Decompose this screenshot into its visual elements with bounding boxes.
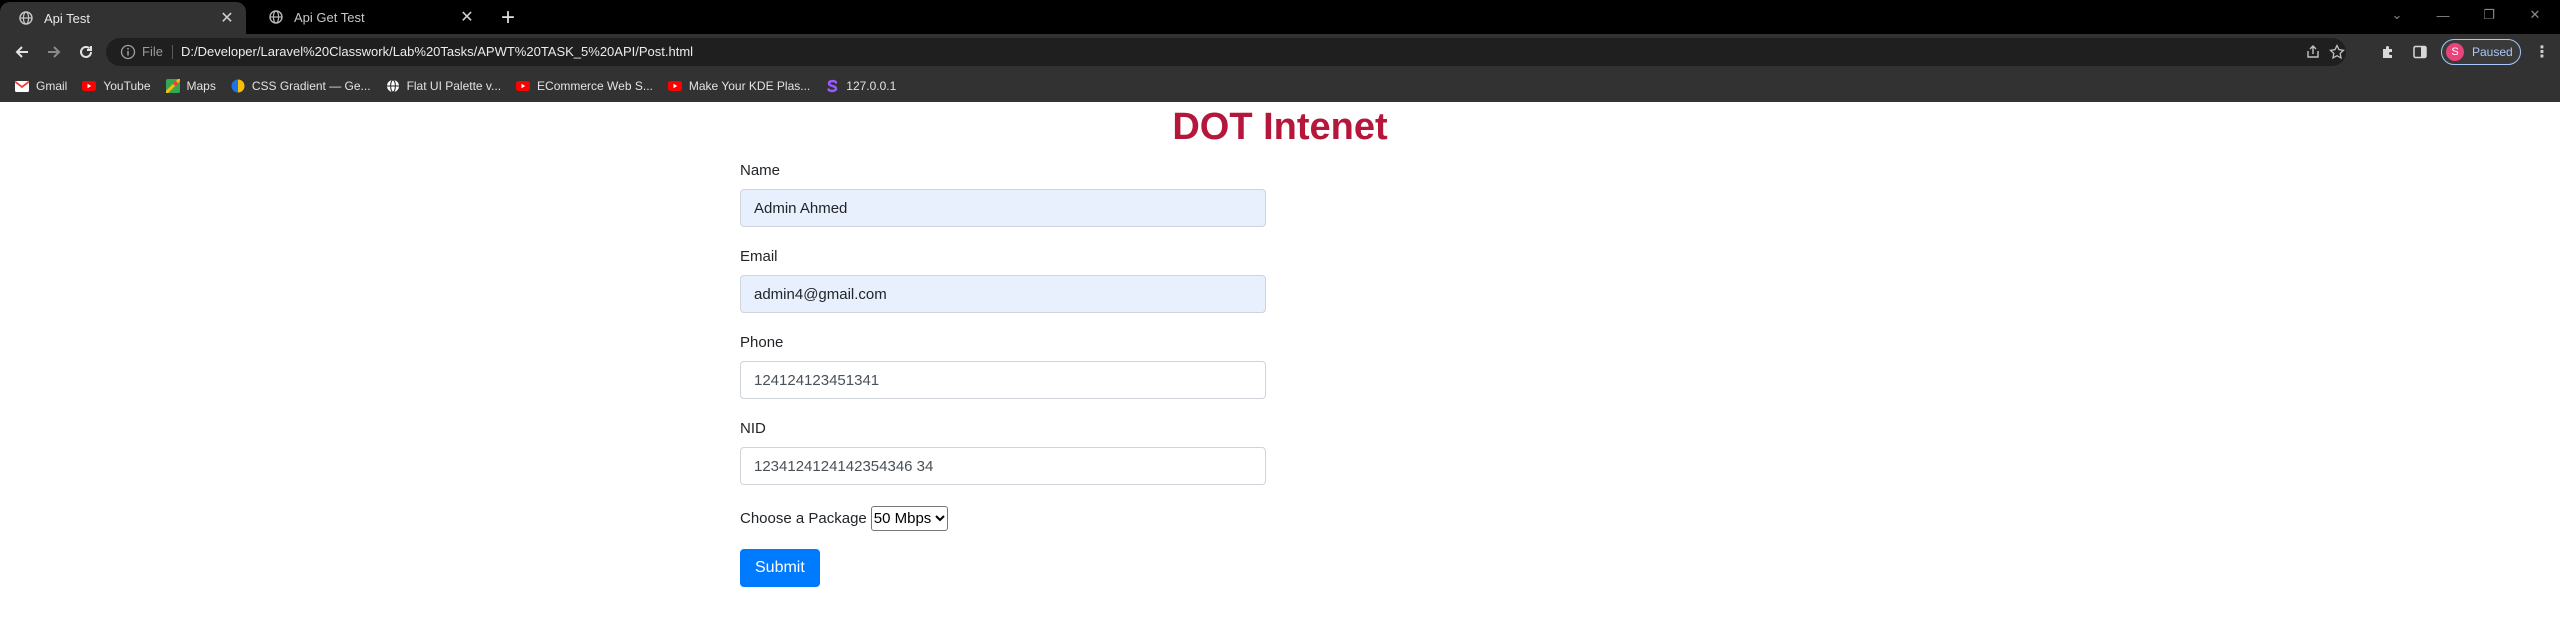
phone-label: Phone [740, 334, 784, 351]
nid-input[interactable] [740, 447, 1266, 485]
submit-button[interactable]: Submit [740, 549, 820, 587]
chevron-down-icon [935, 513, 946, 525]
registration-form: Name Email Phone NID Choose a Package 50… [740, 162, 1266, 587]
back-button[interactable] [8, 38, 36, 66]
package-label: Choose a Package [740, 510, 867, 527]
reload-button[interactable] [72, 38, 100, 66]
tab-title: Api Test [44, 10, 91, 26]
extensions-icon[interactable] [2378, 42, 2398, 62]
youtube-icon [667, 78, 683, 94]
back-arrow-icon [15, 46, 28, 58]
tab-api-test[interactable]: Api Test ✕ [0, 2, 246, 34]
package-row: Choose a Package 50 Mbps [740, 506, 1266, 531]
side-panel-icon[interactable] [2410, 42, 2430, 62]
package-selected-value: 50 Mbps [873, 510, 932, 527]
info-icon[interactable] [120, 44, 136, 60]
globe-icon [385, 78, 401, 94]
css-gradient-icon [230, 78, 246, 94]
url-text[interactable]: D:/Developer/Laravel%20Classwork/Lab%20T… [181, 44, 693, 59]
phone-input[interactable] [740, 361, 1266, 399]
omnibox-divider [172, 45, 173, 59]
bookmark-star-icon[interactable] [2328, 43, 2346, 61]
restore-icon[interactable]: ❐ [2466, 0, 2512, 30]
bookmark-localhost[interactable]: 127.0.0.1 [824, 72, 904, 100]
bookmark-ecommerce[interactable]: ECommerce Web S... [515, 72, 661, 100]
tab-title: Api Get Test [294, 9, 365, 25]
bookmark-youtube[interactable]: YouTube [81, 72, 158, 100]
globe-icon [18, 10, 34, 26]
forward-button[interactable] [40, 38, 68, 66]
tab-search-icon[interactable]: ⌄ [2374, 0, 2420, 30]
bookmarks-bar: Gmail YouTube Maps CSS Gradient — Ge... … [0, 70, 2560, 102]
forward-arrow-icon [48, 46, 61, 58]
share-icon[interactable] [2304, 43, 2322, 61]
browser-toolbar: File D:/Developer/Laravel%20Classwork/La… [0, 34, 2560, 70]
close-window-icon[interactable]: ✕ [2512, 0, 2558, 30]
address-bar[interactable]: File D:/Developer/Laravel%20Classwork/La… [106, 38, 2346, 66]
bookmark-css-gradient[interactable]: CSS Gradient — Ge... [230, 72, 379, 100]
bookmark-maps[interactable]: Maps [165, 72, 224, 100]
profile-status: Paused [2472, 45, 2513, 59]
profile-button[interactable]: S Paused [2441, 39, 2521, 65]
close-tab-icon[interactable]: ✕ [454, 4, 480, 30]
nid-label: NID [740, 420, 766, 437]
globe-icon [268, 9, 284, 25]
name-label: Name [740, 162, 781, 179]
bookmark-flat-ui[interactable]: Flat UI Palette v... [385, 72, 509, 100]
bookmark-kde[interactable]: Make Your KDE Plas... [667, 72, 818, 100]
youtube-icon [81, 78, 97, 94]
name-input[interactable] [740, 189, 1266, 227]
page-content: DOT Intenet Name Email Phone NID Choose … [0, 102, 2560, 630]
browser-menu-icon[interactable]: ⋮ [2532, 42, 2552, 62]
tab-strip: Api Test ✕ Api Get Test ✕ + ⌄ — ❐ ✕ [0, 0, 2560, 34]
bookmark-gmail[interactable]: Gmail [14, 72, 75, 100]
email-label: Email [740, 248, 778, 265]
tab-api-get-test[interactable]: Api Get Test ✕ [250, 0, 486, 34]
minimize-icon[interactable]: — [2420, 0, 2466, 30]
avatar: S [2446, 43, 2464, 61]
youtube-icon [515, 78, 531, 94]
reload-icon [80, 45, 92, 58]
gmail-icon [14, 78, 30, 94]
new-tab-button[interactable]: + [494, 4, 522, 32]
page-title: DOT Intenet [1172, 106, 1388, 148]
scheme-label: File [142, 44, 163, 59]
email-input[interactable] [740, 275, 1266, 313]
close-tab-icon[interactable]: ✕ [214, 5, 240, 31]
s-logo-icon [824, 78, 840, 94]
package-select[interactable]: 50 Mbps [870, 506, 949, 531]
maps-icon [165, 78, 181, 94]
